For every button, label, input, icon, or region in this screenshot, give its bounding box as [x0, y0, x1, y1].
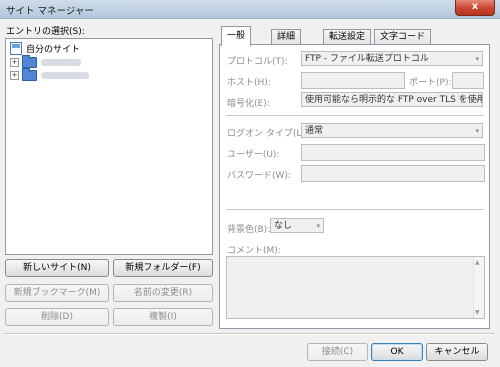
separator: [226, 115, 484, 117]
logon-type-select[interactable]: 通常 ▾: [301, 123, 483, 138]
folder-icon: [22, 68, 37, 81]
delete-button[interactable]: 削除(D): [5, 308, 109, 326]
tree-item-label: 自分のサイト: [26, 45, 81, 55]
logon-type-value: 通常: [305, 126, 324, 136]
password-label: パスワード(W):: [227, 171, 291, 181]
close-button[interactable]: x: [455, 0, 495, 16]
chevron-down-icon: ▾: [475, 127, 479, 135]
user-input[interactable]: [301, 144, 485, 161]
footer-separator: [4, 333, 494, 335]
new-folder-button[interactable]: 新規フォルダー(F): [113, 259, 213, 277]
redacted-label: [41, 59, 81, 66]
tree-item-my-sites[interactable]: 自分のサイト: [10, 42, 80, 55]
scroll-down-icon[interactable]: ▼: [475, 309, 480, 316]
connect-button[interactable]: 接続(C): [307, 343, 368, 361]
site-manager-window: サイト マネージャー x エントリの選択(S): 自分のサイト + + 新しいサ…: [0, 0, 500, 367]
user-label: ユーザー(U):: [227, 150, 280, 160]
expand-icon[interactable]: +: [10, 71, 19, 80]
tab-advanced[interactable]: 詳細: [271, 29, 302, 45]
bg-color-label: 背景色(B):: [227, 225, 271, 235]
rename-button[interactable]: 名前の変更(R): [113, 284, 213, 302]
new-site-button[interactable]: 新しいサイト(N): [5, 259, 109, 277]
tab-charset[interactable]: 文字コード: [374, 29, 432, 45]
comment-scrollbar[interactable]: ▲ ▼: [473, 257, 484, 318]
host-input[interactable]: [301, 72, 405, 89]
port-input[interactable]: [452, 72, 484, 89]
encryption-value: 使用可能なら明示的な FTP over TLS を使用: [305, 95, 483, 105]
expand-icon[interactable]: +: [10, 58, 19, 67]
comment-label: コメント(M):: [227, 246, 281, 256]
host-label: ホスト(H):: [227, 78, 271, 88]
protocol-label: プロトコル(T):: [227, 57, 288, 67]
comment-textarea[interactable]: ▲ ▼: [226, 256, 485, 319]
logon-type-label: ログオン タイプ(L):: [227, 129, 308, 139]
bg-color-select[interactable]: なし ▾: [270, 218, 324, 233]
title-bar[interactable]: サイト マネージャー x: [0, 0, 500, 19]
bg-color-value: なし: [274, 221, 293, 231]
chevron-down-icon: ▾: [475, 96, 479, 104]
encryption-label: 暗号化(E):: [227, 99, 270, 109]
scroll-up-icon[interactable]: ▲: [475, 259, 480, 266]
encryption-select[interactable]: 使用可能なら明示的な FTP over TLS を使用 ▾: [301, 92, 483, 107]
tree-item-folder-1[interactable]: +: [10, 55, 81, 69]
protocol-select[interactable]: FTP - ファイル転送プロトコル ▾: [301, 51, 483, 66]
window-title: サイト マネージャー: [6, 6, 94, 17]
entry-select-label: エントリの選択(S):: [6, 27, 85, 37]
chevron-down-icon: ▾: [475, 55, 479, 63]
sites-root-icon: [10, 42, 22, 55]
port-label: ポート(P):: [409, 78, 452, 88]
ok-button[interactable]: OK: [371, 343, 423, 361]
tab-general[interactable]: 一般: [221, 26, 252, 46]
separator: [226, 209, 484, 211]
tab-transfer-settings[interactable]: 転送設定: [323, 29, 372, 45]
tree-item-folder-2[interactable]: +: [10, 68, 89, 82]
folder-icon: [22, 55, 37, 68]
duplicate-button[interactable]: 複製(I): [113, 308, 213, 326]
cancel-button[interactable]: キャンセル: [426, 343, 488, 361]
site-tree[interactable]: 自分のサイト + +: [5, 38, 213, 255]
protocol-value: FTP - ファイル転送プロトコル: [305, 54, 429, 64]
redacted-label: [41, 72, 89, 79]
close-icon: x: [471, 1, 479, 12]
chevron-down-icon: ▾: [316, 222, 320, 230]
new-bookmark-button[interactable]: 新規ブックマーク(M): [5, 284, 109, 302]
password-input[interactable]: [301, 165, 485, 182]
